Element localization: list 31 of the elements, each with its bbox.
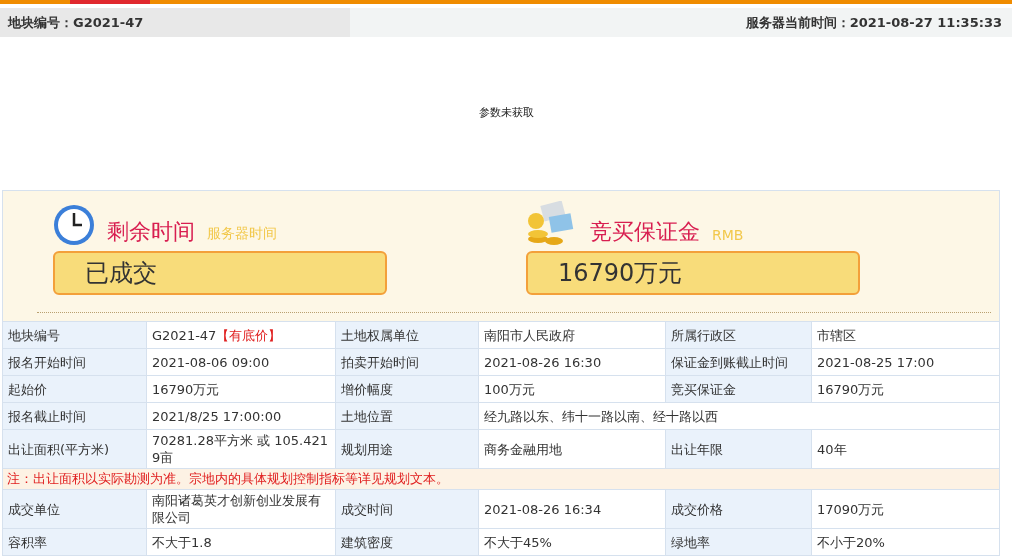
panel-title: 剩余时间 [107, 218, 195, 246]
server-time: 服务器当前时间：2021-08-27 11:35:33 [745, 13, 1002, 32]
clock-icon [53, 203, 95, 247]
field-label: 报名开始时间 [3, 349, 147, 375]
field-label: 起始价 [3, 376, 147, 402]
field-label: 成交价格 [666, 490, 812, 528]
note-text: 注：出让面积以实际勘测为准。宗地内的具体规划控制指标等详见规划文本。 [3, 469, 1000, 490]
panel-value: 16790万元 [526, 251, 860, 295]
field-label: 保证金到账截止时间 [666, 349, 812, 375]
field-label: 容积率 [3, 529, 147, 555]
field-label: 报名截止时间 [3, 403, 147, 429]
field-label: 拍卖开始时间 [336, 349, 479, 375]
field-label: 竞买保证金 [666, 376, 812, 402]
field-label: 增价幅度 [336, 376, 479, 402]
panel-value: 已成交 [53, 251, 387, 295]
field-label: 土地位置 [336, 403, 479, 429]
field-label: 成交时间 [336, 490, 479, 528]
field-label: 土地权属单位 [336, 322, 479, 348]
field-label: 规划用途 [336, 430, 479, 468]
field-label: 绿地率 [666, 529, 812, 555]
field-label: 出让年限 [666, 430, 812, 468]
field-label: 出让面积(平方米) [3, 430, 147, 468]
field-label: 成交单位 [3, 490, 147, 528]
field-label: 建筑密度 [336, 529, 479, 555]
panel-subtitle: 服务器时间 [207, 225, 277, 243]
panel-title: 竞买保证金 [590, 218, 700, 246]
field-label: 所属行政区 [666, 322, 812, 348]
plot-number: 地块编号：G2021-47 [8, 13, 144, 32]
status-message: 参数未获取 [478, 104, 534, 120]
field-label: 地块编号 [3, 322, 147, 348]
panel-subtitle: RMB [712, 227, 744, 245]
